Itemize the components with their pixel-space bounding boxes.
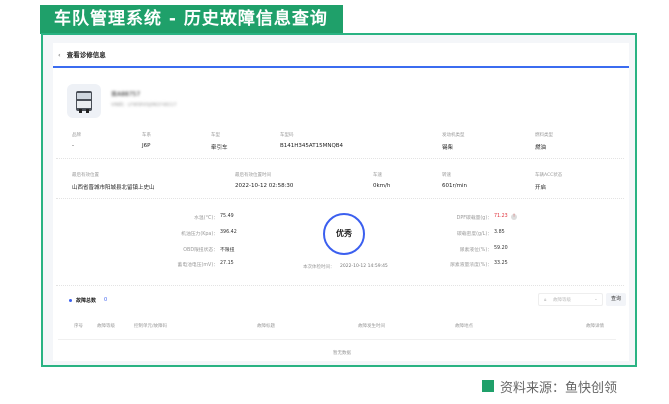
column-header: 故障详情 [586,324,604,329]
brand-value: - [72,143,74,149]
health-time: 2022-10-12 14:59:45 [340,264,388,269]
model-code-value: B141H345AT15MNQB4 [280,143,344,149]
query-button[interactable]: 查询 [606,293,626,306]
fuel-type-label: 燃料类型 [535,133,553,138]
location-value: 山西省晋城市阳城县北留镇上史山 [72,185,155,191]
metric-label: 碳载密度(g/L)： [456,232,492,237]
health-grade-ring: 优秀 [323,213,365,255]
metric-value: 75.49 [220,214,234,219]
table-divider [58,339,616,340]
column-header: 序号 [74,324,83,329]
header-title: 查看诊修信息 [66,51,106,59]
acc-value: 开启 [535,185,547,191]
column-header: 故障标题 [257,324,275,329]
health-time-label: 本次体检时间： [303,265,335,270]
screenshot-frame: ‹ 查看诊修信息 晋A88757 VIN码：LFWSRXSJ0N1F48117 品… [41,33,637,367]
engine-type-label: 发动机类型 [442,133,465,138]
chevron-down-icon: ⌄ [594,297,598,302]
metric-value-alert: 71.23 [494,214,508,219]
lock-icon: 🔒︎ [544,298,547,303]
metric-value: 59.20 [494,246,508,251]
metric-value: 27.15 [220,261,234,266]
metric-value: 33.25 [494,261,508,266]
series-value: J6P [142,143,151,149]
fault-total-label: 故障总数 [76,298,97,304]
rpm-label: 转速 [442,173,451,178]
type-label: 车型 [211,133,220,138]
metric-value: 不限扭 [220,248,235,253]
column-header: 故障发生时间 [358,324,385,329]
fault-total-count: 0 [104,297,108,303]
location-time-value: 2022-10-12 02:58:30 [235,183,294,189]
engine-type-value: 锡柴 [442,145,454,151]
page-title: 车队管理系统 - 历史故障信息查询 [40,5,343,34]
metric-label: 尿素液量浓度(%)： [450,263,492,268]
location-label: 最后有效位置 [72,173,99,178]
source-note: 资料来源：鱼快创领 [500,381,618,396]
acc-label: 车辆ACC状态 [535,173,563,178]
divider [56,285,624,286]
vin: VIN码：LFWSRXSJ0N1F48117 [111,103,177,108]
series-label: 车系 [142,133,151,138]
empty-text: 暂无数据 [333,351,351,356]
metric-label: 尿素液位(%)： [459,248,492,253]
select-placeholder: 故障等级 [553,298,571,303]
brand-label: 品牌 [72,133,81,138]
metric-label: 蓄电池电压(mV)： [177,263,218,268]
source-marker-icon [482,380,494,392]
plate-number: 晋A88757 [111,91,141,98]
fault-level-select[interactable]: 🔒︎ 故障等级 ⌄ [538,293,603,306]
speed-label: 车速 [373,173,382,178]
speed-value: 0km/h [373,183,391,189]
fuel-type-value: 燃油 [535,145,547,151]
back-icon[interactable]: ‹ [58,51,61,59]
divider [56,198,624,199]
metric-label: 水温(°C)： [194,216,218,221]
metric-label: DPF碳载量(g)： [456,216,492,221]
column-header: 故障等级 [97,324,115,329]
metric-value: 396.42 [220,230,237,235]
rpm-value: 601r/min [442,183,467,189]
card-header: ‹ 查看诊修信息 [53,43,629,68]
column-header: 故障地点 [455,324,473,329]
bullet-icon [69,299,72,302]
type-value: 牵引车 [211,145,228,151]
truck-icon [67,84,101,118]
metric-label: OBD限扭状态： [183,248,218,253]
column-header: 控制单元/故障码 [134,324,168,329]
divider [56,158,624,159]
metric-value: 3.85 [494,230,505,235]
metric-label: 机油压力(Kpa)： [181,232,218,237]
warning-icon[interactable]: ! [511,214,517,220]
model-code-label: 车型码 [280,133,294,138]
location-time-label: 最后有效位置时间 [235,173,271,178]
diagnosis-card: ‹ 查看诊修信息 晋A88757 VIN码：LFWSRXSJ0N1F48117 品… [53,43,629,361]
